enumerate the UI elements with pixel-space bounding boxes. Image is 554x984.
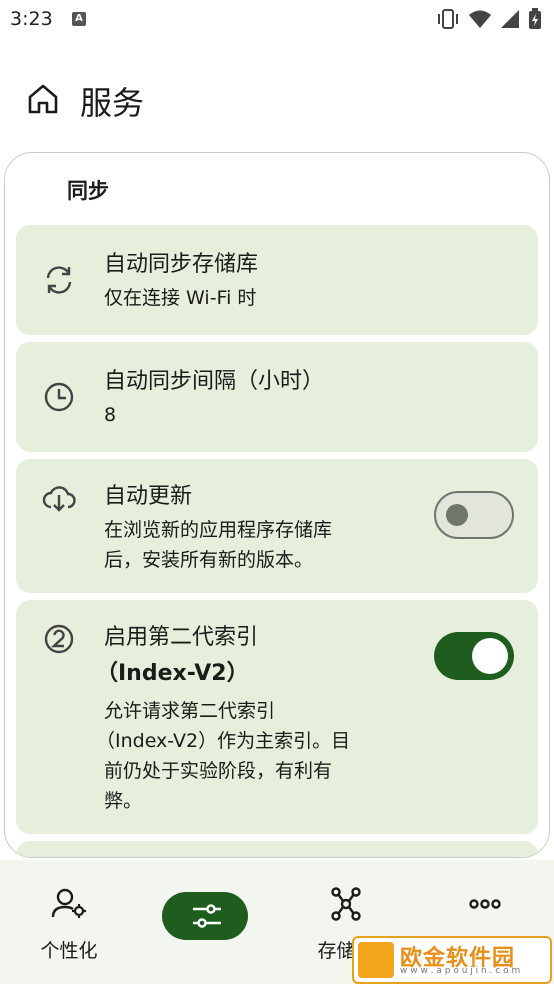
item-title: 自动同步间隔（小时） — [104, 369, 325, 394]
home-icon[interactable] — [26, 82, 60, 116]
switch-knob — [446, 504, 468, 526]
switch-knob — [472, 638, 508, 674]
enable-index-v2-item[interactable]: 启用第二代索引 （Index-V2） 允许请求第二代索引 （Index-V2）作… — [16, 600, 538, 834]
item-desc-line1: 在浏览新的应用程序存储库 — [104, 519, 333, 541]
auto-sync-interval-item[interactable]: 自动同步间隔（小时） 8 — [16, 342, 538, 452]
auto-sync-repos-item[interactable]: 自动同步存储库 仅在连接 Wi-Fi 时 — [16, 225, 538, 335]
item-desc-line2: （Index-V2）作为主索引。目 — [96, 730, 351, 752]
item-desc-line2: 后，安装所有新的版本。 — [104, 549, 314, 571]
auto-update-item[interactable]: 自动更新 在浏览新的应用程序存储库 后，安装所有新的版本。 — [16, 459, 538, 593]
next-setting-item[interactable] — [16, 841, 538, 857]
cloud-download-icon — [42, 486, 76, 512]
item-desc: 仅在连接 Wi-Fi 时 — [104, 287, 257, 309]
item-title: 自动更新 — [104, 484, 193, 509]
app-header: 服务 — [0, 70, 554, 130]
status-bar: 3:23 A — [0, 0, 554, 40]
sync-icon — [46, 266, 72, 294]
battery-icon — [529, 8, 541, 29]
item-title-line1: 启用第二代索引 — [104, 625, 259, 650]
item-title-line2: （Index-V2） — [96, 661, 249, 686]
more-icon — [469, 899, 501, 909]
item-desc: 8 — [104, 404, 117, 426]
status-time: 3:23 — [10, 8, 53, 30]
nav-personalization[interactable]: 个性化 — [0, 860, 138, 984]
wifi-icon — [469, 10, 491, 28]
watermark: 欧金软件园 w w w . a p o u j i n . c o m — [352, 936, 552, 984]
person-settings-icon — [51, 888, 86, 918]
item-desc-line4: 弊。 — [104, 790, 143, 812]
vibrate-icon — [438, 9, 458, 29]
number-two-icon — [44, 624, 74, 654]
clock-icon — [44, 382, 74, 412]
index-v2-switch[interactable] — [434, 632, 514, 680]
watermark-logo-icon — [358, 942, 394, 978]
section-title: 同步 — [67, 179, 109, 203]
hub-icon — [331, 887, 361, 921]
notification-icon: A — [72, 12, 86, 26]
sliders-icon — [193, 904, 221, 928]
item-desc-line3: 前仍处于实验阶段，有利有 — [104, 760, 333, 782]
nav-label: 个性化 — [40, 940, 98, 962]
signal-icon — [501, 10, 519, 28]
nav-services[interactable] — [138, 860, 276, 984]
page-title: 服务 — [80, 84, 145, 122]
item-title: 自动同步存储库 — [104, 252, 259, 277]
status-icons — [436, 8, 542, 30]
watermark-url: w w w . a p o u j i n . c o m — [400, 966, 521, 976]
auto-update-switch[interactable] — [434, 491, 514, 539]
item-desc-line1: 允许请求第二代索引 — [104, 700, 276, 722]
settings-card: 同步 自动同步存储库 仅在连接 Wi-Fi 时 自动同步间隔（小时） 8 自动更… — [4, 152, 550, 858]
